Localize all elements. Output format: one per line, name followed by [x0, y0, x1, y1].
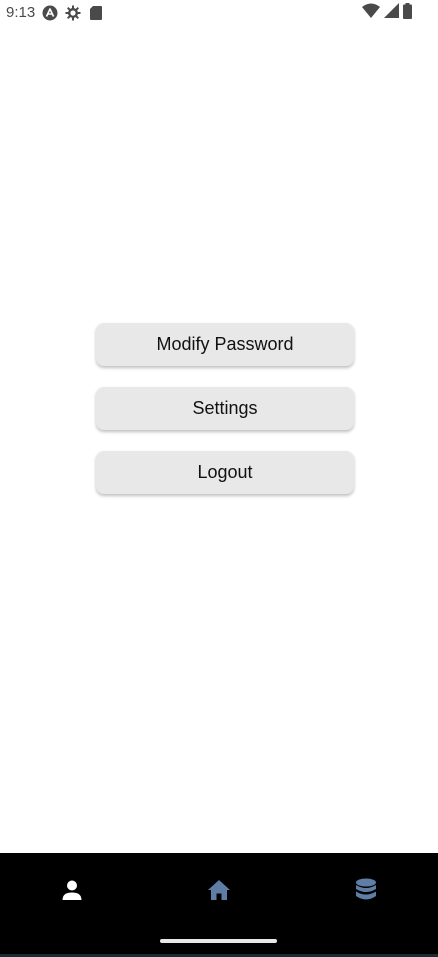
- logout-button[interactable]: Logout: [96, 451, 354, 494]
- cell-signal-icon: [384, 3, 399, 23]
- sd-card-icon: [87, 5, 104, 22]
- nav-tab-database[interactable]: [346, 877, 386, 907]
- settings-button[interactable]: Settings: [96, 387, 354, 430]
- database-icon: [355, 878, 377, 907]
- wifi-icon: [362, 3, 380, 23]
- bottom-nav: [0, 853, 438, 957]
- battery-icon: [403, 2, 412, 24]
- status-time: 9:13: [6, 4, 36, 21]
- status-bar: 9:13: [0, 0, 438, 26]
- home-icon: [207, 879, 231, 906]
- home-indicator[interactable]: [160, 939, 277, 943]
- profile-screen: 9:13 Modify Password Settings Logout: [0, 0, 438, 957]
- status-bar-right: [362, 2, 412, 24]
- app-a-icon: [41, 5, 58, 22]
- nav-tab-home[interactable]: [199, 877, 239, 907]
- status-bar-left: 9:13: [6, 3, 104, 23]
- person-icon: [61, 879, 83, 906]
- profile-menu: Modify Password Settings Logout: [96, 323, 354, 494]
- gear-icon: [64, 5, 81, 22]
- nav-tab-profile[interactable]: [52, 877, 92, 907]
- modify-password-button[interactable]: Modify Password: [96, 323, 354, 366]
